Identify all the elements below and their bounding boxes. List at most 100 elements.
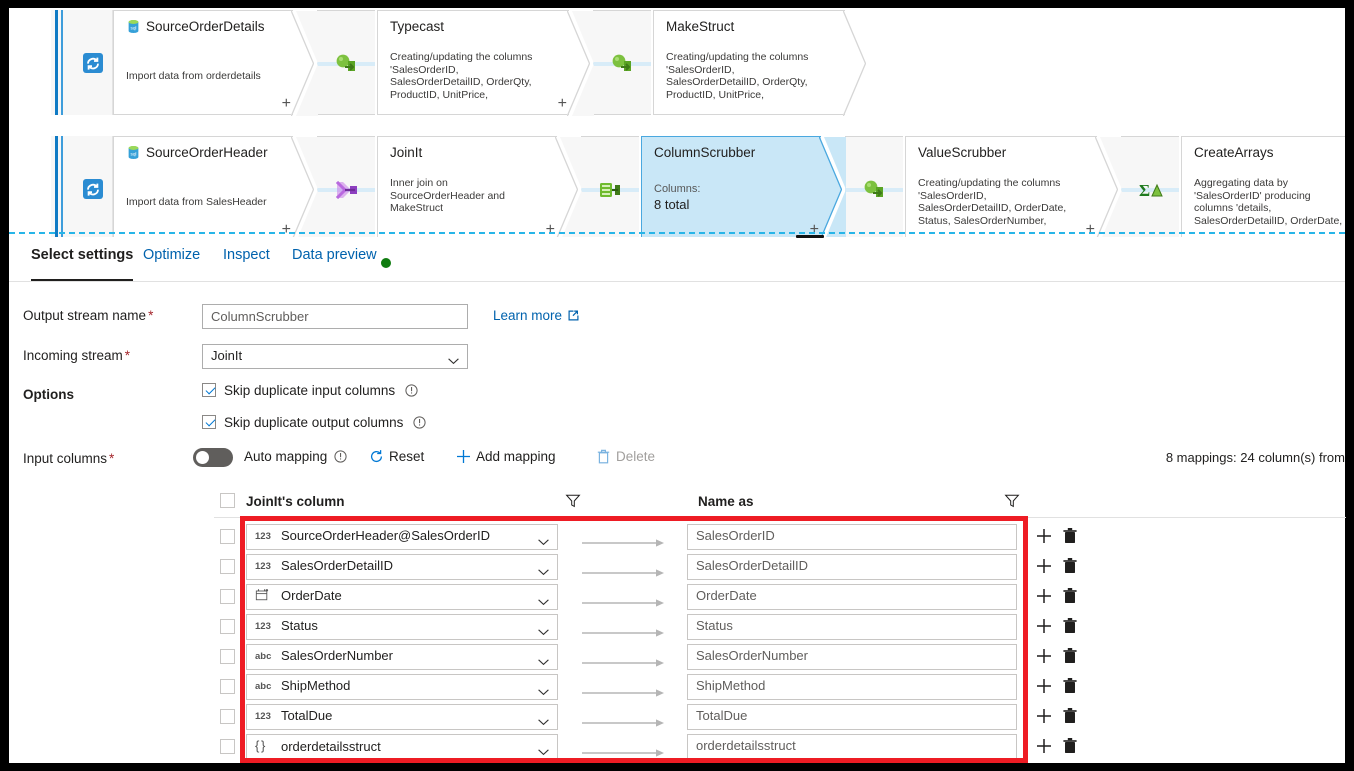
add-row-button[interactable] bbox=[1035, 557, 1053, 575]
row-select-checkbox[interactable] bbox=[220, 739, 235, 754]
delete-row-button[interactable] bbox=[1062, 677, 1078, 695]
reset-button[interactable]: Reset bbox=[369, 449, 424, 464]
row-select-checkbox[interactable] bbox=[220, 709, 235, 724]
type-tag-struct: { } bbox=[255, 738, 265, 753]
data-flow-canvas[interactable]: sql SourceOrderDetails Import data from or… bbox=[9, 8, 1345, 237]
flow-node-valuescrubber[interactable]: ValueScrubber Creating/updating the colum… bbox=[905, 136, 1097, 237]
target-name-input[interactable]: SalesOrderID bbox=[687, 524, 1017, 550]
add-row-button[interactable] bbox=[1035, 677, 1053, 695]
row-select-checkbox[interactable] bbox=[220, 619, 235, 634]
flow-node-name: ValueScrubber bbox=[918, 145, 1007, 160]
add-row-button[interactable] bbox=[1035, 587, 1053, 605]
tab-inspect[interactable]: Inspect bbox=[223, 247, 270, 281]
target-name-input[interactable]: OrderDate bbox=[687, 584, 1017, 610]
panel-splitter-handle[interactable] bbox=[796, 235, 824, 238]
add-transformation-plus-icon[interactable]: + bbox=[282, 222, 291, 238]
target-name-input[interactable]: TotalDue bbox=[687, 704, 1017, 730]
target-name-input[interactable]: SalesOrderDetailID bbox=[687, 554, 1017, 580]
refresh-icon bbox=[369, 449, 384, 464]
add-transformation-plus-icon[interactable]: + bbox=[546, 222, 555, 238]
add-transformation-plus-icon[interactable]: + bbox=[1086, 222, 1095, 238]
frame-border-top bbox=[0, 0, 1354, 8]
auto-mapping-toggle[interactable] bbox=[193, 448, 233, 467]
target-name-value: SalesOrderNumber bbox=[696, 648, 808, 663]
info-icon-3[interactable] bbox=[334, 450, 347, 463]
row-select-checkbox[interactable] bbox=[220, 589, 235, 604]
source-column-dropdown[interactable]: abc SalesOrderNumber bbox=[246, 644, 558, 670]
source-column-dropdown[interactable]: 123 SalesOrderDetailID bbox=[246, 554, 558, 580]
row-select-checkbox[interactable] bbox=[220, 559, 235, 574]
table-row: OrderDate OrderDate bbox=[214, 583, 1346, 613]
delete-row-button[interactable] bbox=[1062, 557, 1078, 575]
add-mapping-button[interactable]: Add mapping bbox=[456, 449, 556, 464]
info-icon-2[interactable] bbox=[413, 416, 426, 429]
flow-connector-join bbox=[296, 136, 375, 237]
flow-node-typecast[interactable]: Typecast Creating/updating the columns 'S… bbox=[377, 10, 569, 116]
flow-node-sourceorderdetails[interactable]: sql SourceOrderDetails Import data from or… bbox=[113, 10, 293, 116]
skip-duplicate-input-checkbox[interactable] bbox=[202, 383, 216, 397]
source-column-value: ShipMethod bbox=[281, 678, 351, 693]
add-row-button[interactable] bbox=[1035, 647, 1053, 665]
skip-duplicate-input-columns-row[interactable]: Skip duplicate input columns bbox=[202, 383, 418, 398]
target-name-input[interactable]: SalesOrderNumber bbox=[687, 644, 1017, 670]
flow-node-description: Creating/updating the columns 'SalesOrde… bbox=[918, 177, 1067, 227]
reset-label: Reset bbox=[389, 449, 425, 464]
flow-node-createarrays[interactable]: CreateArrays Aggregating data by 'SalesOr… bbox=[1181, 136, 1345, 237]
target-name-input[interactable]: orderdetailsstruct bbox=[687, 734, 1017, 760]
source-column-dropdown[interactable]: 123 Status bbox=[246, 614, 558, 640]
target-name-value: TotalDue bbox=[696, 708, 748, 723]
skip-duplicate-output-columns-row[interactable]: Skip duplicate output columns bbox=[202, 415, 426, 430]
table-row: abc SalesOrderNumber SalesOrderNumber bbox=[214, 643, 1346, 673]
add-transformation-plus-icon[interactable]: + bbox=[558, 96, 567, 112]
source-column-dropdown[interactable]: OrderDate bbox=[246, 584, 558, 610]
source-column-dropdown[interactable]: 123 SourceOrderHeader@SalesOrderID bbox=[246, 524, 558, 550]
target-name-value: orderdetailsstruct bbox=[696, 738, 796, 753]
select-icon bbox=[597, 177, 623, 203]
flow-node-name: JoinIt bbox=[390, 145, 423, 160]
flow-node-joinit[interactable]: JoinIt Inner join on SourceOrderHeader an… bbox=[377, 136, 557, 237]
add-row-button[interactable] bbox=[1035, 737, 1053, 755]
add-row-button[interactable] bbox=[1035, 617, 1053, 635]
delete-row-button[interactable] bbox=[1062, 707, 1078, 725]
flow-node-makestruct[interactable]: MakeStruct Creating/updating the columns … bbox=[653, 10, 845, 116]
delete-row-button[interactable] bbox=[1062, 587, 1078, 605]
auto-mapping-command[interactable]: Auto mapping bbox=[244, 449, 347, 464]
delete-row-button[interactable] bbox=[1062, 737, 1078, 755]
row-select-checkbox[interactable] bbox=[220, 649, 235, 664]
mapping-arrow-icon bbox=[582, 746, 670, 757]
skip-duplicate-output-checkbox[interactable] bbox=[202, 415, 216, 429]
select-all-checkbox[interactable] bbox=[220, 493, 235, 508]
derived-column-icon bbox=[333, 51, 359, 77]
source-column-dropdown[interactable]: 123 TotalDue bbox=[246, 704, 558, 730]
row-select-checkbox[interactable] bbox=[220, 529, 235, 544]
source-column-dropdown[interactable]: { } orderdetailsstruct bbox=[246, 734, 558, 760]
mapping-arrow-icon bbox=[582, 536, 670, 547]
info-icon[interactable] bbox=[405, 384, 418, 397]
add-row-button[interactable] bbox=[1035, 527, 1053, 545]
add-transformation-plus-icon[interactable]: + bbox=[282, 96, 291, 112]
flow-node-sourceorderheader[interactable]: sql SourceOrderHeader Import data from Sal… bbox=[113, 136, 293, 237]
flow-node-title: sql SourceOrderHeader bbox=[126, 145, 283, 160]
target-name-input[interactable]: Status bbox=[687, 614, 1017, 640]
flow-node-title: Typecast bbox=[390, 19, 559, 34]
delete-row-button[interactable] bbox=[1062, 647, 1078, 665]
add-row-button[interactable] bbox=[1035, 707, 1053, 725]
tab-data-preview[interactable]: Data preview bbox=[292, 247, 377, 281]
incoming-stream-dropdown[interactable]: JoinIt bbox=[202, 344, 468, 369]
source-column-dropdown[interactable]: abc ShipMethod bbox=[246, 674, 558, 700]
target-name-value: SalesOrderID bbox=[696, 528, 775, 543]
learn-more-link[interactable]: Learn more bbox=[493, 308, 579, 323]
delete-button[interactable]: Delete bbox=[596, 449, 655, 464]
filter-icon-target[interactable] bbox=[1004, 493, 1020, 509]
delete-row-button[interactable] bbox=[1062, 527, 1078, 545]
row-select-checkbox[interactable] bbox=[220, 679, 235, 694]
tab-optimize[interactable]: Optimize bbox=[143, 247, 200, 281]
target-name-input[interactable]: ShipMethod bbox=[687, 674, 1017, 700]
delete-row-button[interactable] bbox=[1062, 617, 1078, 635]
refresh-source-icon bbox=[82, 178, 104, 200]
filter-icon-source[interactable] bbox=[565, 493, 581, 509]
screen-root: sql SourceOrderDetails Import data from or… bbox=[0, 0, 1354, 771]
tab-select-settings[interactable]: Select settings bbox=[31, 247, 134, 281]
flow-node-columnscrubber[interactable]: ColumnScrubber Columns: 8 total + bbox=[641, 136, 821, 237]
output-stream-name-input[interactable] bbox=[202, 304, 468, 329]
